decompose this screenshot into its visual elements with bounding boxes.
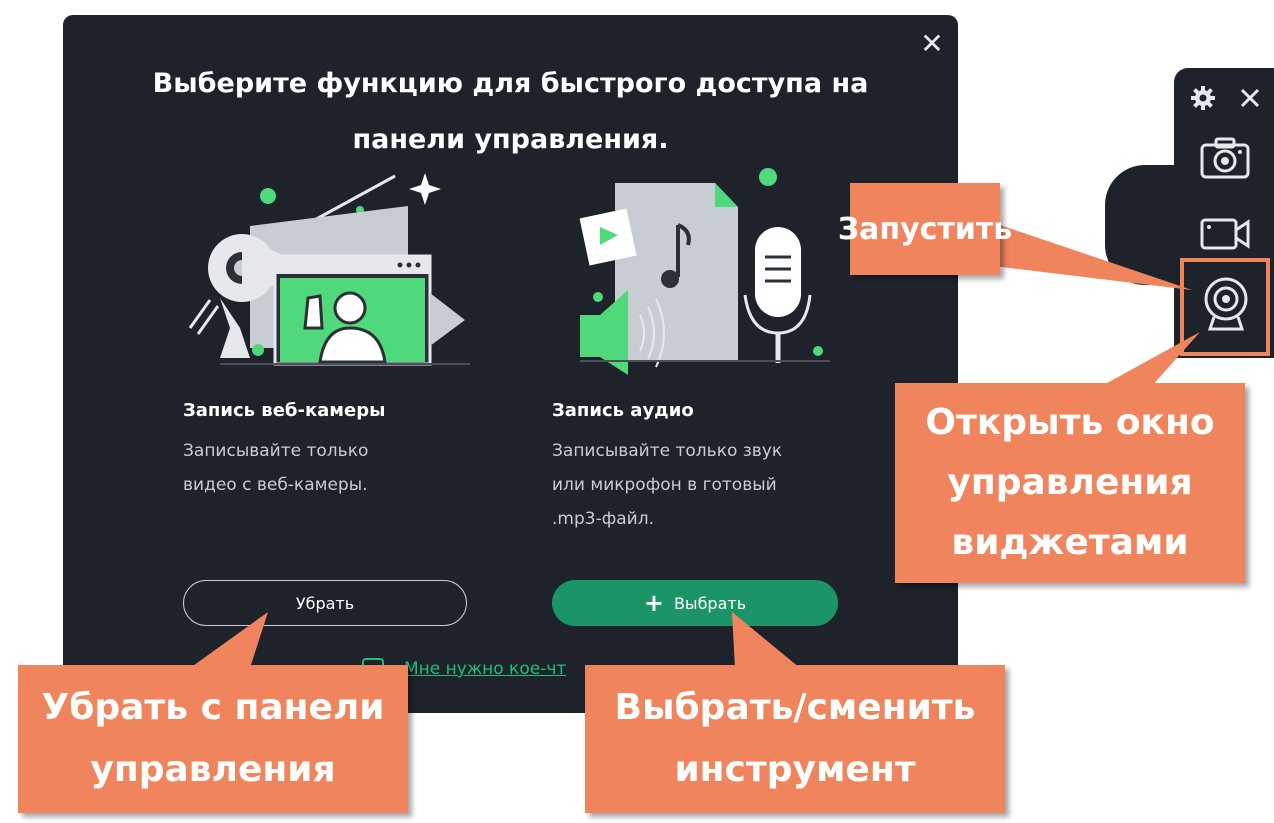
remove-callout-line: Убрать с панели: [41, 687, 385, 728]
open-widgets-callout-line: Открыть окно: [925, 402, 1215, 443]
launch-callout-text: Запустить: [837, 211, 1013, 247]
change-callout-line: инструмент: [674, 749, 916, 790]
open-widgets-callout-line: виджетами: [951, 522, 1189, 563]
change-callout-line: Выбрать/сменить: [614, 687, 976, 728]
launch-callout: Запустить: [838, 183, 1012, 275]
open-widgets-callout-line: управления: [947, 462, 1193, 503]
remove-callout-line: управления: [90, 749, 336, 790]
open-widgets-callout: Открыть окно управления виджетами: [895, 383, 1245, 583]
remove-from-panel-callout: Убрать с панели управления: [18, 665, 408, 813]
choose-change-tool-callout: Выбрать/сменить инструмент: [585, 665, 1005, 813]
